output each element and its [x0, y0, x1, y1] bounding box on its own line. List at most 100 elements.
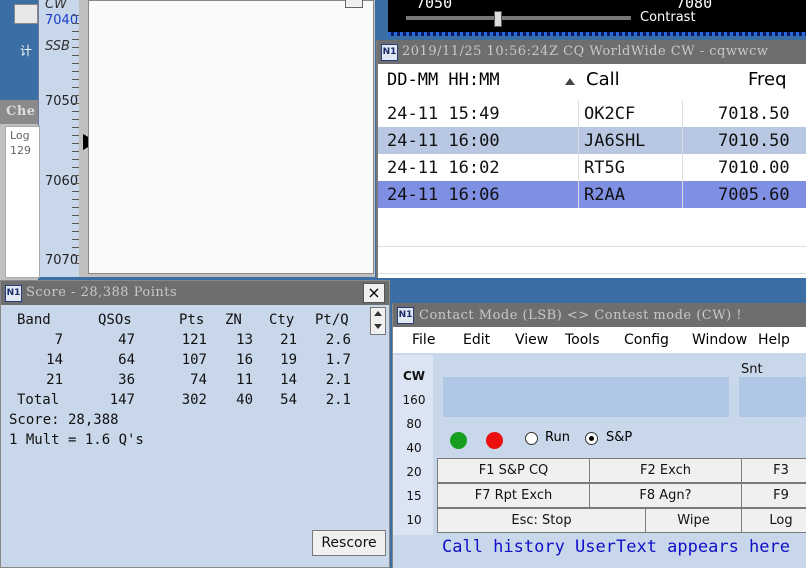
snt-input[interactable] — [739, 377, 806, 417]
close-icon[interactable]: × — [363, 283, 385, 303]
band-button-20[interactable]: 20 — [399, 465, 429, 479]
spot-freq: 7005.60 — [718, 185, 790, 205]
band-button-10[interactable]: 10 — [399, 513, 429, 527]
n1mm-logo-icon: N1 — [5, 285, 22, 302]
spot-time: 24-11 16:06 — [387, 185, 500, 205]
folder-icon — [14, 4, 38, 24]
entry-window-title: Contact Mode (LSB) <> Contest mode (CW) … — [419, 308, 743, 323]
menu-view[interactable]: View — [515, 332, 548, 348]
mode-cw-label: CW — [45, 0, 67, 12]
score-ptq: 2.1 — [325, 392, 351, 408]
f9-button[interactable]: F9 — [741, 483, 806, 508]
run-label[interactable]: Run — [545, 430, 570, 445]
menu-file[interactable]: File — [412, 332, 435, 348]
score-header-ptq: Pt/Q — [315, 312, 349, 328]
dx-column-divider — [578, 100, 579, 208]
scroll-up-icon[interactable] — [374, 311, 382, 316]
spot-freq: 7010.00 — [718, 158, 790, 178]
contrast-slider[interactable] — [406, 11, 631, 27]
menu-tools[interactable]: Tools — [565, 332, 600, 348]
score-cty: 54 — [280, 392, 297, 408]
col-header-time[interactable]: DD-MM HH:MM — [387, 70, 500, 90]
callsign-input[interactable] — [443, 377, 729, 417]
band-button-15[interactable]: 15 — [399, 489, 429, 503]
contrast-label: Contrast — [640, 10, 696, 25]
check-window: Che Log 129 — [0, 100, 40, 280]
desktop-icon[interactable]: 计 — [0, 0, 38, 100]
bandmap-scroll-button[interactable] — [345, 0, 363, 8]
sp-label[interactable]: S&P — [606, 430, 632, 445]
dx-spots-window: N1 2019/11/25 10:56:24Z CQ WorldWide CW … — [376, 40, 806, 278]
score-qsos: 36 — [118, 372, 135, 388]
score-band: 21 — [46, 372, 63, 388]
score-zn: 16 — [236, 352, 253, 368]
bandmap-scale: CW 7040 SSB 7050 7060 7070 — [38, 0, 97, 277]
desktop-icon-label: 计 — [20, 44, 33, 58]
score-ptq: 2.6 — [325, 332, 351, 348]
col-header-call[interactable]: Call — [586, 69, 620, 90]
entry-window-title-bar[interactable]: N1 Contact Mode (LSB) <> Contest mode (C… — [393, 303, 806, 327]
f8-button[interactable]: F8 Agn? — [589, 483, 742, 508]
contrast-slider-thumb[interactable] — [494, 11, 502, 27]
check-log-label: Log — [10, 129, 30, 142]
table-row-selected[interactable]: 24-11 16:06 R2AA 7005.60 — [378, 181, 806, 208]
f7-button[interactable]: F7 Rpt Exch — [437, 483, 590, 508]
table-row[interactable]: 24-11 16:00 JA6SHL 7010.50 — [378, 127, 806, 154]
dx-table-header: DD-MM HH:MM Call Freq — [378, 64, 806, 96]
score-cty: 19 — [280, 352, 297, 368]
band-button-80[interactable]: 80 — [399, 417, 429, 431]
check-window-title: Che — [6, 104, 36, 119]
score-zn: 11 — [236, 372, 253, 388]
score-window: N1 Score - 28,388 Points × Band QSOs Pts… — [0, 280, 390, 568]
score-cty: 21 — [280, 332, 297, 348]
menu-help[interactable]: Help — [758, 332, 790, 348]
spot-time: 24-11 16:00 — [387, 131, 500, 151]
score-window-title-bar[interactable]: N1 Score - 28,388 Points × — [1, 281, 389, 305]
table-row[interactable]: 24-11 16:02 RT5G 7010.00 — [378, 154, 806, 181]
mode-ssb-label: SSB — [45, 39, 70, 54]
menu-edit[interactable]: Edit — [463, 332, 490, 348]
score-band: 7 — [54, 332, 63, 348]
f1-button[interactable]: F1 S&P CQ — [437, 458, 590, 483]
menu-window[interactable]: Window — [692, 332, 747, 348]
status-led-red-icon — [486, 432, 503, 449]
score-pts: 302 — [181, 392, 207, 408]
sp-radio[interactable] — [585, 432, 598, 445]
waterfall-freq-left: 7050 — [416, 0, 453, 12]
mode-label: CW — [403, 369, 426, 383]
table-row[interactable]: 24-11 15:49 OK2CF 7018.50 — [378, 100, 806, 127]
score-header-zn: ZN — [225, 312, 242, 328]
menu-config[interactable]: Config — [624, 332, 669, 348]
dx-window-title-bar[interactable]: N1 2019/11/25 10:56:24Z CQ WorldWide CW … — [378, 40, 806, 64]
dx-empty-area — [378, 220, 806, 278]
run-radio[interactable] — [525, 432, 538, 445]
band-button-160[interactable]: 160 — [399, 393, 429, 407]
n1mm-logo-icon: N1 — [397, 307, 414, 324]
spot-call: R2AA — [584, 185, 625, 205]
score-band-total: Total — [17, 392, 60, 408]
f3-button[interactable]: F3 — [741, 458, 806, 483]
score-band: 14 — [46, 352, 63, 368]
log-button[interactable]: Log — [741, 508, 806, 533]
f2-button[interactable]: F2 Exch — [589, 458, 742, 483]
wipe-button[interactable]: Wipe — [645, 508, 742, 533]
check-window-title-bar[interactable]: Che — [0, 100, 38, 124]
esc-stop-button[interactable]: Esc: Stop — [437, 508, 646, 533]
score-pts: 74 — [190, 372, 207, 388]
bandmap-area[interactable] — [88, 0, 374, 274]
entry-window: N1 Contact Mode (LSB) <> Contest mode (C… — [392, 303, 806, 568]
score-pts: 107 — [181, 352, 207, 368]
score-qsos: 64 — [118, 352, 135, 368]
dx-column-divider — [682, 100, 683, 208]
n1mm-logo-icon: N1 — [381, 44, 398, 61]
score-scrollbar[interactable] — [370, 307, 386, 335]
col-header-freq[interactable]: Freq — [748, 69, 787, 90]
band-button-40[interactable]: 40 — [399, 441, 429, 455]
spot-call: JA6SHL — [584, 131, 646, 151]
snt-label: Snt — [741, 362, 763, 377]
scroll-down-icon[interactable] — [374, 324, 382, 329]
spot-time: 24-11 15:49 — [387, 104, 500, 124]
score-total-line: Score: 28,388 — [9, 412, 119, 428]
rescore-button[interactable]: Rescore — [312, 530, 386, 556]
score-cty: 14 — [280, 372, 297, 388]
